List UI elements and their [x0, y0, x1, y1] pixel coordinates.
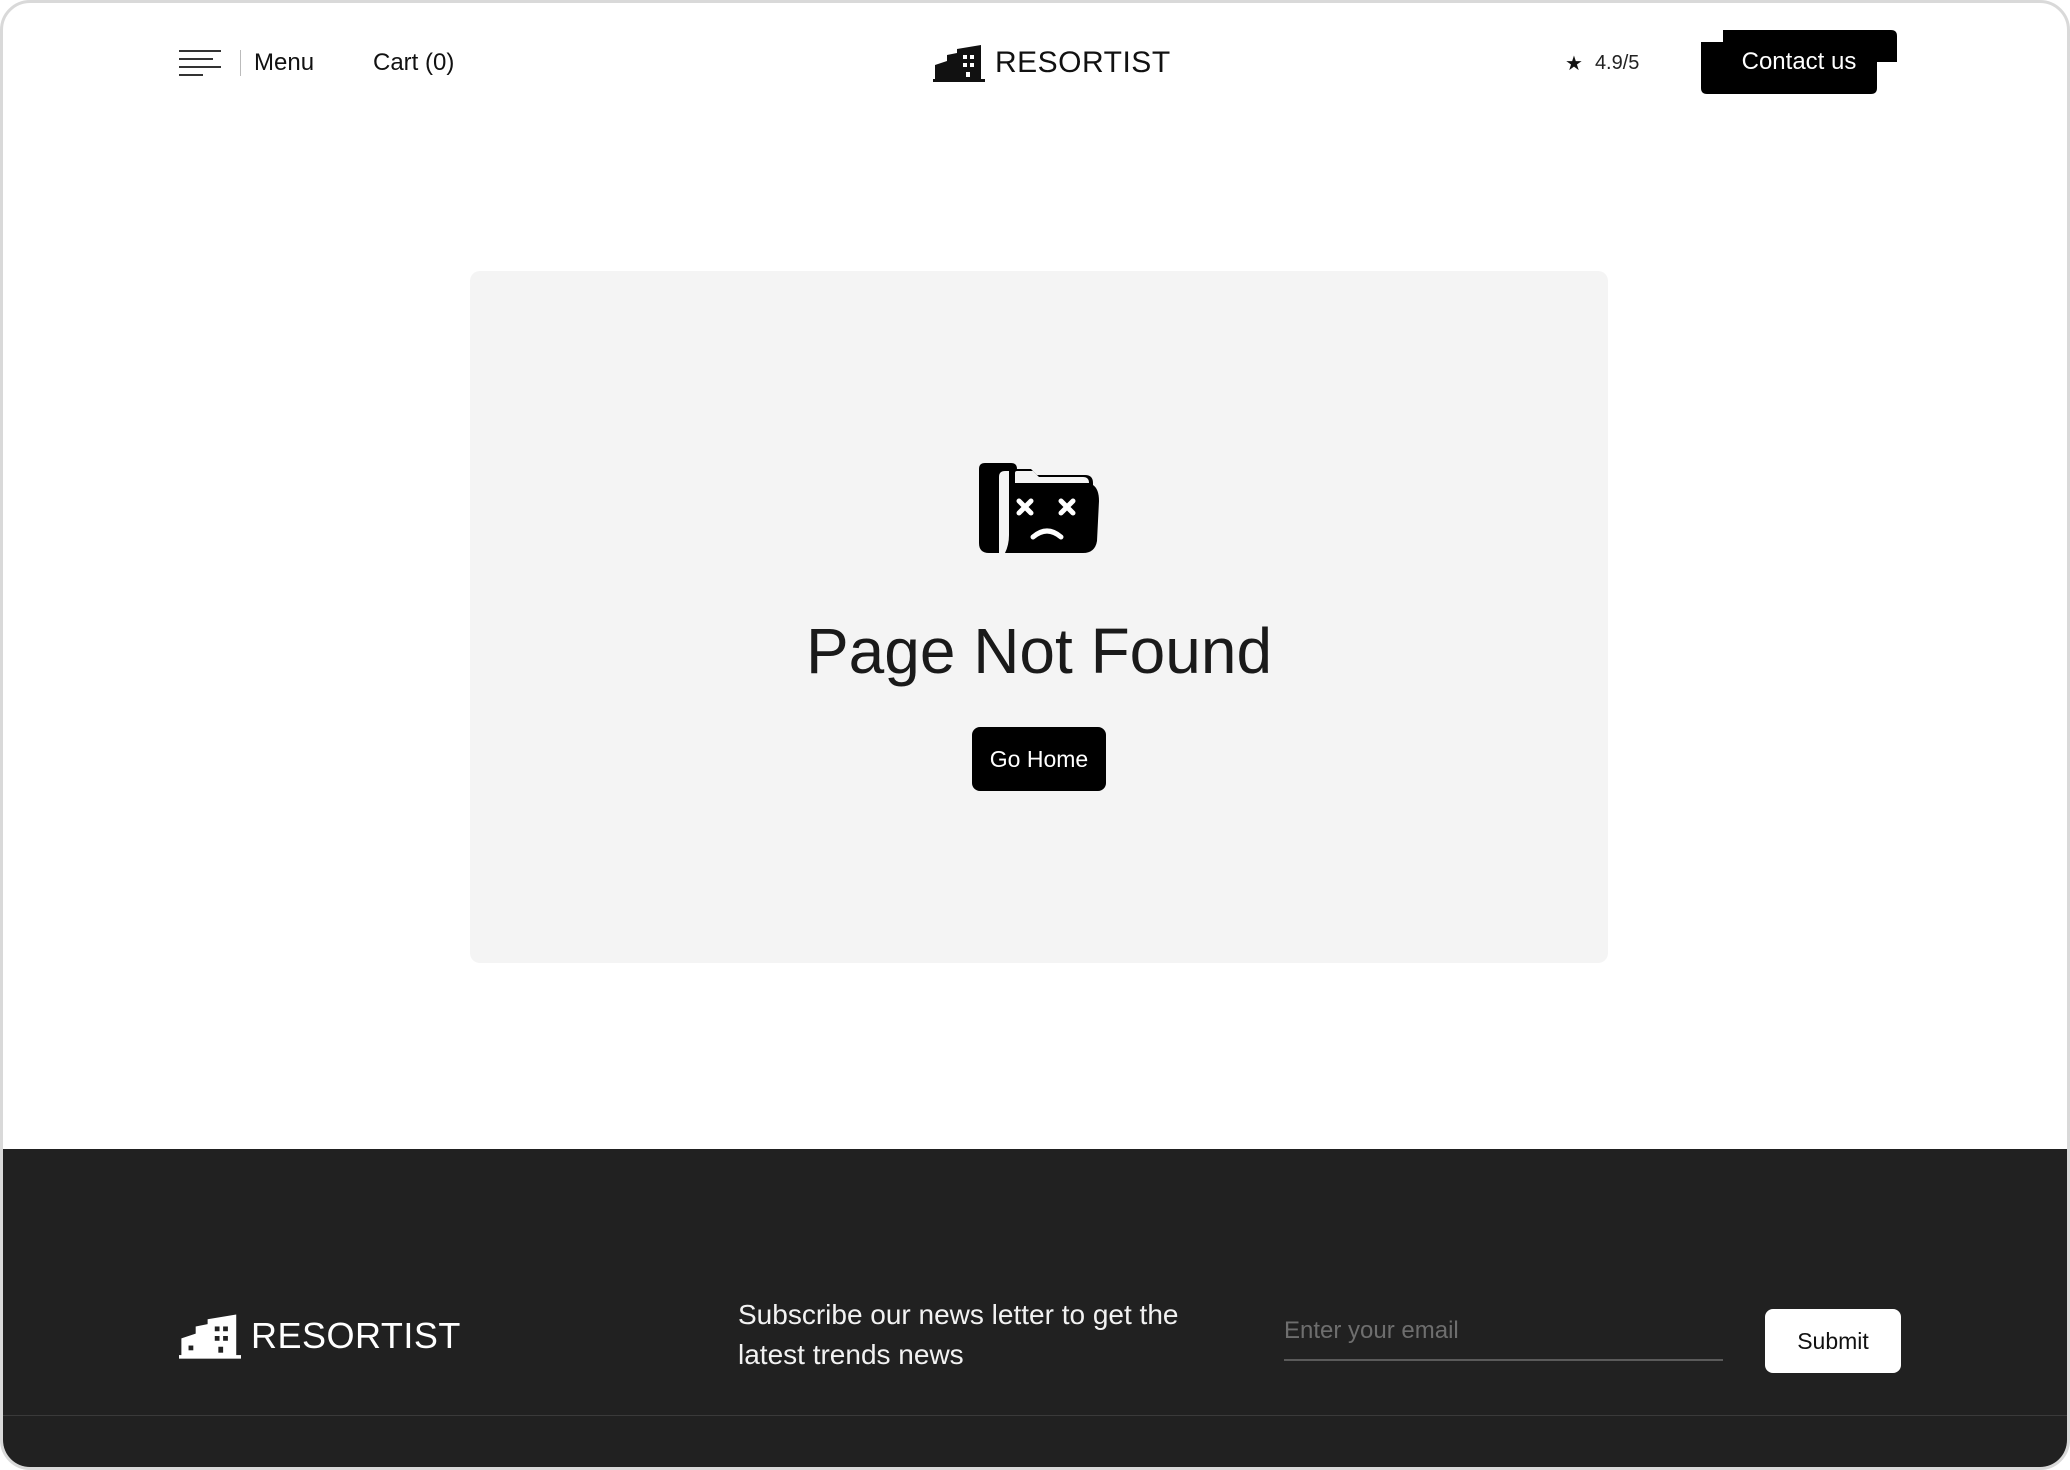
- submit-button[interactable]: Submit: [1765, 1309, 1901, 1373]
- newsletter-text: Subscribe our news letter to get the lat…: [738, 1299, 1179, 1370]
- site-header: Menu Cart (0) RESORTIST ★ 4.9/5 Contact …: [3, 3, 2067, 123]
- footer-divider: [3, 1415, 2067, 1416]
- building-logo-icon: [179, 1314, 241, 1359]
- site-footer: RESORTIST Subscribe our news letter to g…: [3, 1149, 2067, 1467]
- rating: ★ 4.9/5: [1565, 45, 1639, 81]
- footer-brand-logo[interactable]: RESORTIST: [179, 1311, 461, 1361]
- menu-label: Menu: [254, 49, 315, 76]
- contact-button[interactable]: Contact us: [1701, 30, 1897, 94]
- hamburger-icon: [179, 50, 223, 76]
- building-logo-icon: [933, 45, 985, 82]
- email-input[interactable]: [1284, 1309, 1723, 1361]
- not-found-card: Page Not Found Go Home: [470, 271, 1608, 963]
- go-home-button[interactable]: Go Home: [972, 727, 1106, 791]
- browser-frame: Menu Cart (0) RESORTIST ★ 4.9/5 Contact …: [0, 0, 2070, 1470]
- brand-name: RESORTIST: [995, 46, 1171, 79]
- brand-logo[interactable]: RESORTIST: [933, 41, 1171, 85]
- sad-folder-icon: [979, 463, 1099, 553]
- menu-separator: [240, 50, 241, 76]
- contact-label: Contact us: [1741, 48, 1857, 75]
- footer-brand-name: RESORTIST: [251, 1315, 461, 1356]
- menu-button[interactable]: Menu: [179, 43, 314, 83]
- star-icon: ★: [1565, 52, 1583, 75]
- rating-value: 4.9/5: [1594, 51, 1640, 74]
- cart-link[interactable]: Cart (0): [373, 43, 454, 83]
- page-title: Page Not Found: [805, 615, 1273, 687]
